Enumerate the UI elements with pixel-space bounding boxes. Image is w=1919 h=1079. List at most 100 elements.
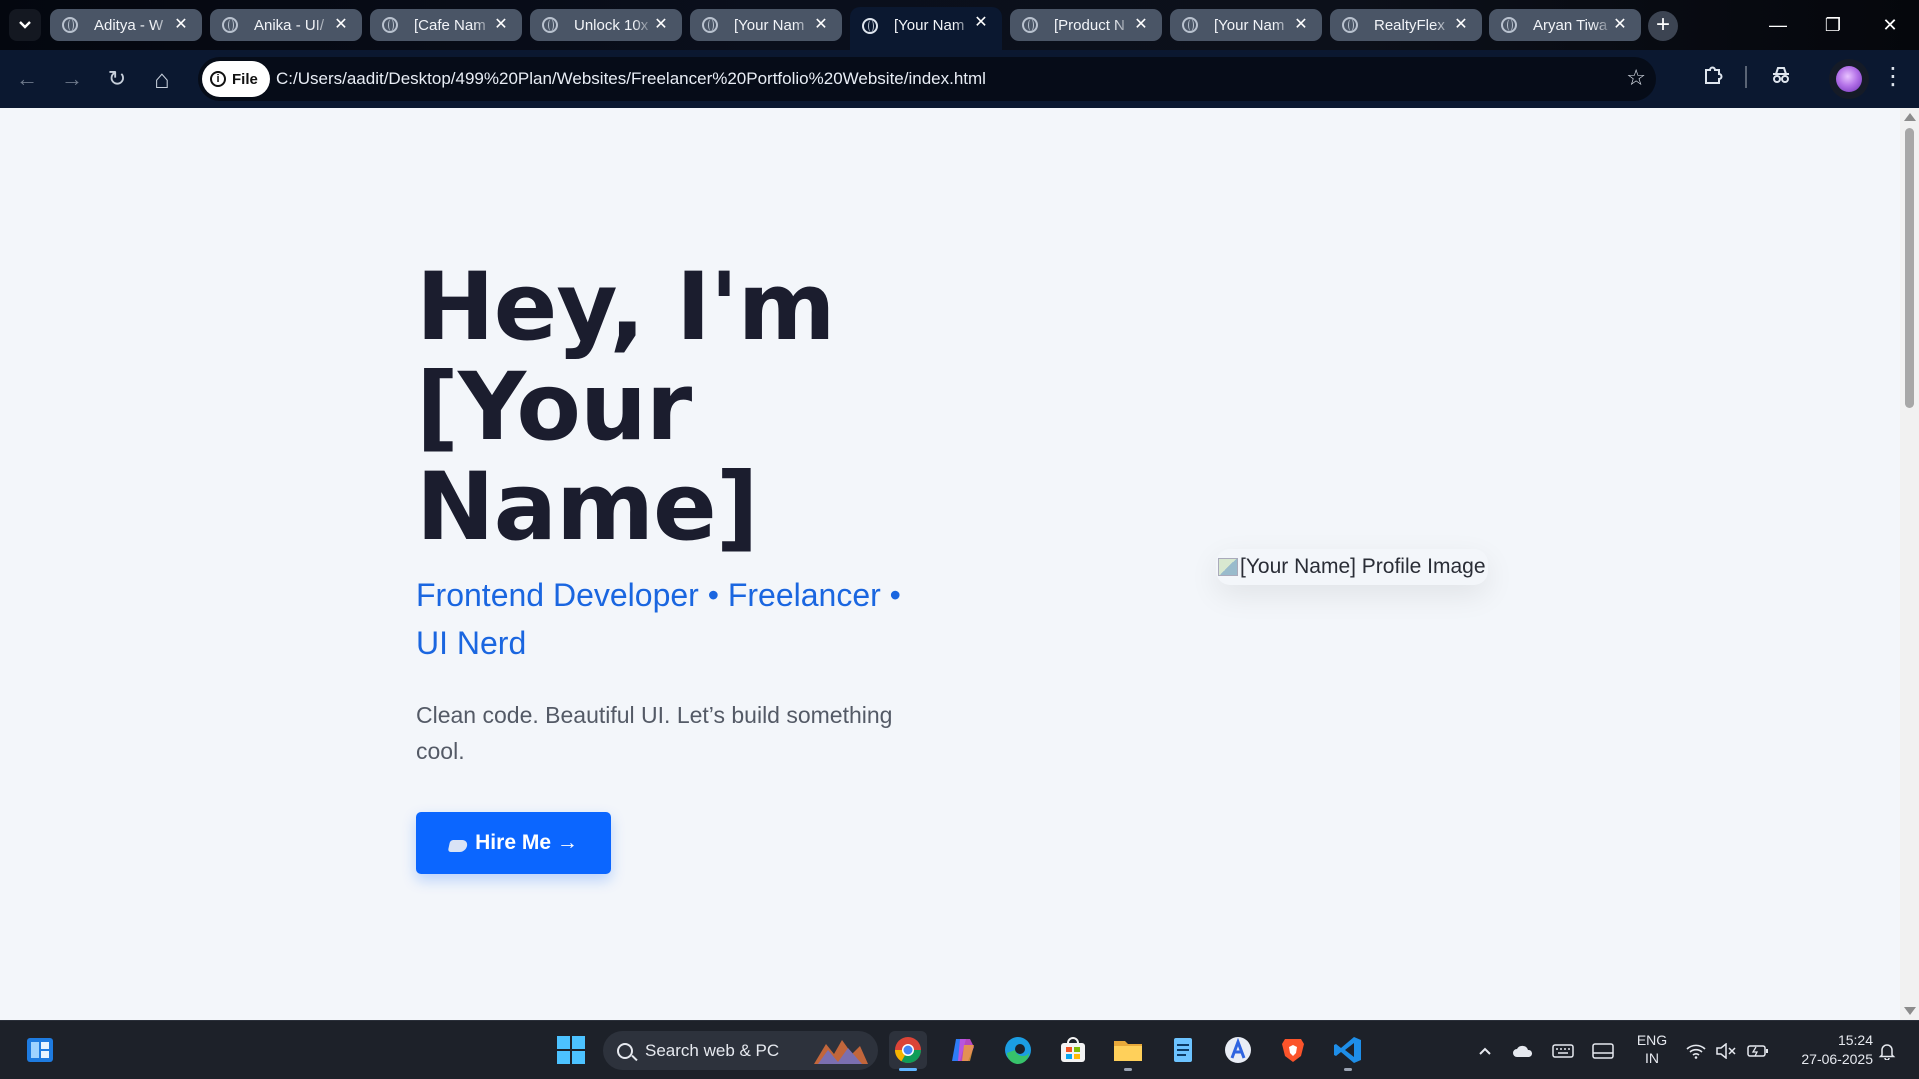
taskbar-search[interactable]: Search web & PC (603, 1031, 878, 1070)
browser-toolbar: ← → ↻ ⌂ i File C:/Users/aadit/Desktop/49… (0, 50, 1919, 108)
hero-title-line: Hey, I'm (416, 253, 836, 362)
globe-icon (1182, 17, 1198, 33)
tab-close-icon[interactable]: ✕ (1292, 16, 1310, 34)
globe-icon (222, 17, 238, 33)
edge-icon[interactable] (999, 1031, 1037, 1069)
globe-icon (1501, 17, 1517, 33)
scroll-down-icon[interactable] (1904, 1007, 1916, 1015)
browser-tab[interactable]: RealtyFlex ✕ (1330, 9, 1482, 41)
profile-avatar[interactable] (1829, 59, 1869, 99)
browser-tab[interactable]: [Your Nam ✕ (690, 9, 842, 41)
vscode-icon[interactable] (1329, 1031, 1367, 1071)
tab-title: Anika - UI/ (254, 16, 325, 34)
restore-button[interactable]: ❐ (1813, 8, 1853, 42)
info-icon: i (210, 71, 226, 87)
widgets-icon[interactable] (21, 1031, 59, 1069)
hero-title-line: [Your (416, 353, 692, 462)
tab-close-icon[interactable]: ✕ (332, 16, 350, 34)
close-window-button[interactable]: ✕ (1870, 8, 1910, 42)
toolbar-divider (1745, 66, 1747, 88)
minimize-button[interactable]: — (1758, 8, 1798, 42)
scroll-thumb[interactable] (1905, 128, 1914, 408)
display-icon[interactable] (1588, 1021, 1618, 1079)
browser-tab[interactable]: [Product N ✕ (1010, 9, 1162, 41)
language-line: ENG (1636, 1032, 1668, 1048)
browser-tab[interactable]: Aditya - W ✕ (50, 9, 202, 41)
reload-button[interactable]: ↻ (101, 63, 133, 95)
url-text[interactable]: C:/Users/aadit/Desktop/499%20Plan/Websit… (276, 69, 986, 89)
tab-search-button[interactable] (9, 9, 41, 41)
home-button[interactable]: ⌂ (146, 63, 178, 95)
address-bar[interactable]: i File C:/Users/aadit/Desktop/499%20Plan… (198, 57, 1656, 101)
browser-tab[interactable]: [Cafe Nam ✕ (370, 9, 522, 41)
back-button[interactable]: ← (11, 63, 43, 95)
globe-icon (1342, 17, 1358, 33)
menu-icon[interactable]: ⋮ (1878, 62, 1908, 91)
taskbar-clock[interactable]: 15:24 27-06-2025 (1778, 1031, 1873, 1069)
language-line: IN (1645, 1050, 1659, 1066)
incognito-icon[interactable] (1766, 64, 1796, 92)
tab-close-icon[interactable]: ✕ (492, 16, 510, 34)
tab-title: Unlock 10x (574, 16, 649, 34)
brave-icon[interactable] (1274, 1031, 1312, 1069)
file-chip-label: File (232, 70, 258, 88)
notepad-icon[interactable] (1164, 1031, 1202, 1069)
globe-icon (542, 17, 558, 33)
volume-muted-icon[interactable] (1712, 1021, 1740, 1079)
tab-title: [Cafe Nam (414, 16, 486, 34)
store-icon[interactable] (1054, 1031, 1092, 1069)
broken-image-icon (1218, 558, 1238, 576)
start-icon[interactable] (552, 1031, 590, 1069)
puzzle-icon[interactable] (1698, 64, 1728, 92)
file-explorer-icon[interactable] (1109, 1031, 1147, 1071)
tab-close-icon[interactable]: ✕ (972, 14, 990, 32)
tab-title: Aryan Tiwa (1533, 16, 1608, 34)
hire-me-label: Hire Me → (475, 831, 578, 854)
chrome-icon[interactable] (889, 1031, 927, 1071)
wifi-icon[interactable] (1683, 1021, 1709, 1079)
tab-close-icon[interactable]: ✕ (1132, 16, 1150, 34)
browser-tab[interactable]: Aryan Tiwa ✕ (1489, 9, 1641, 41)
bookmark-star-icon[interactable]: ☆ (1626, 65, 1646, 91)
globe-icon (702, 17, 718, 33)
taskbar: Search web & PC ENG IN 15:24 27-06-2025 (0, 1020, 1919, 1079)
tab-title: [Product N (1054, 16, 1125, 34)
tab-title: [Your Nam (894, 17, 965, 34)
taskbar-search-label: Search web & PC (645, 1040, 780, 1060)
keyboard-icon[interactable] (1548, 1021, 1578, 1079)
browser-tab[interactable]: Anika - UI/ ✕ (210, 9, 362, 41)
tab-close-icon[interactable]: ✕ (1452, 16, 1470, 34)
tab-close-icon[interactable]: ✕ (1611, 16, 1629, 34)
hire-me-button[interactable]: Hire Me → (416, 812, 611, 874)
tab-close-icon[interactable]: ✕ (652, 16, 670, 34)
language-indicator[interactable]: ENG IN (1632, 1031, 1672, 1067)
browser-tab[interactable]: Unlock 10x ✕ (530, 9, 682, 41)
page-scrollbar[interactable] (1900, 108, 1919, 1020)
onedrive-icon[interactable] (1508, 1021, 1538, 1079)
copilot-icon[interactable] (944, 1031, 982, 1069)
scroll-up-icon[interactable] (1904, 113, 1916, 121)
chevron-up-icon[interactable] (1470, 1021, 1500, 1079)
battery-icon[interactable] (1744, 1021, 1772, 1079)
site-info-chip[interactable]: i File (202, 61, 270, 97)
tab-title: [Your Nam (1214, 16, 1285, 34)
hero-description: Clean code. Beautiful UI. Let’s build so… (416, 702, 893, 764)
search-highlight-icon (814, 1040, 868, 1064)
search-icon (617, 1042, 633, 1059)
globe-icon (862, 17, 878, 34)
tab-close-icon[interactable]: ✕ (172, 16, 190, 34)
tab-title: RealtyFlex (1374, 16, 1445, 34)
forward-button[interactable]: → (56, 63, 88, 95)
hand-icon (447, 840, 469, 852)
chevron-down-icon (19, 21, 31, 29)
tab-close-icon[interactable]: ✕ (812, 16, 830, 34)
hero-subtitle: Frontend Developer • Freelancer • UI Ner… (416, 577, 901, 661)
hero-title: Hey, I'm [Your Name] (416, 258, 936, 558)
arc-icon[interactable] (1219, 1031, 1257, 1069)
browser-tab[interactable]: [Your Nam ✕ (1170, 9, 1322, 41)
new-tab-button[interactable]: + (1648, 11, 1678, 41)
browser-tab-active[interactable]: [Your Nam ✕ (850, 7, 1002, 50)
clock-time: 15:24 (1837, 1032, 1873, 1048)
notification-icon[interactable] (1874, 1021, 1900, 1079)
tab-title: [Your Nam (734, 16, 805, 34)
